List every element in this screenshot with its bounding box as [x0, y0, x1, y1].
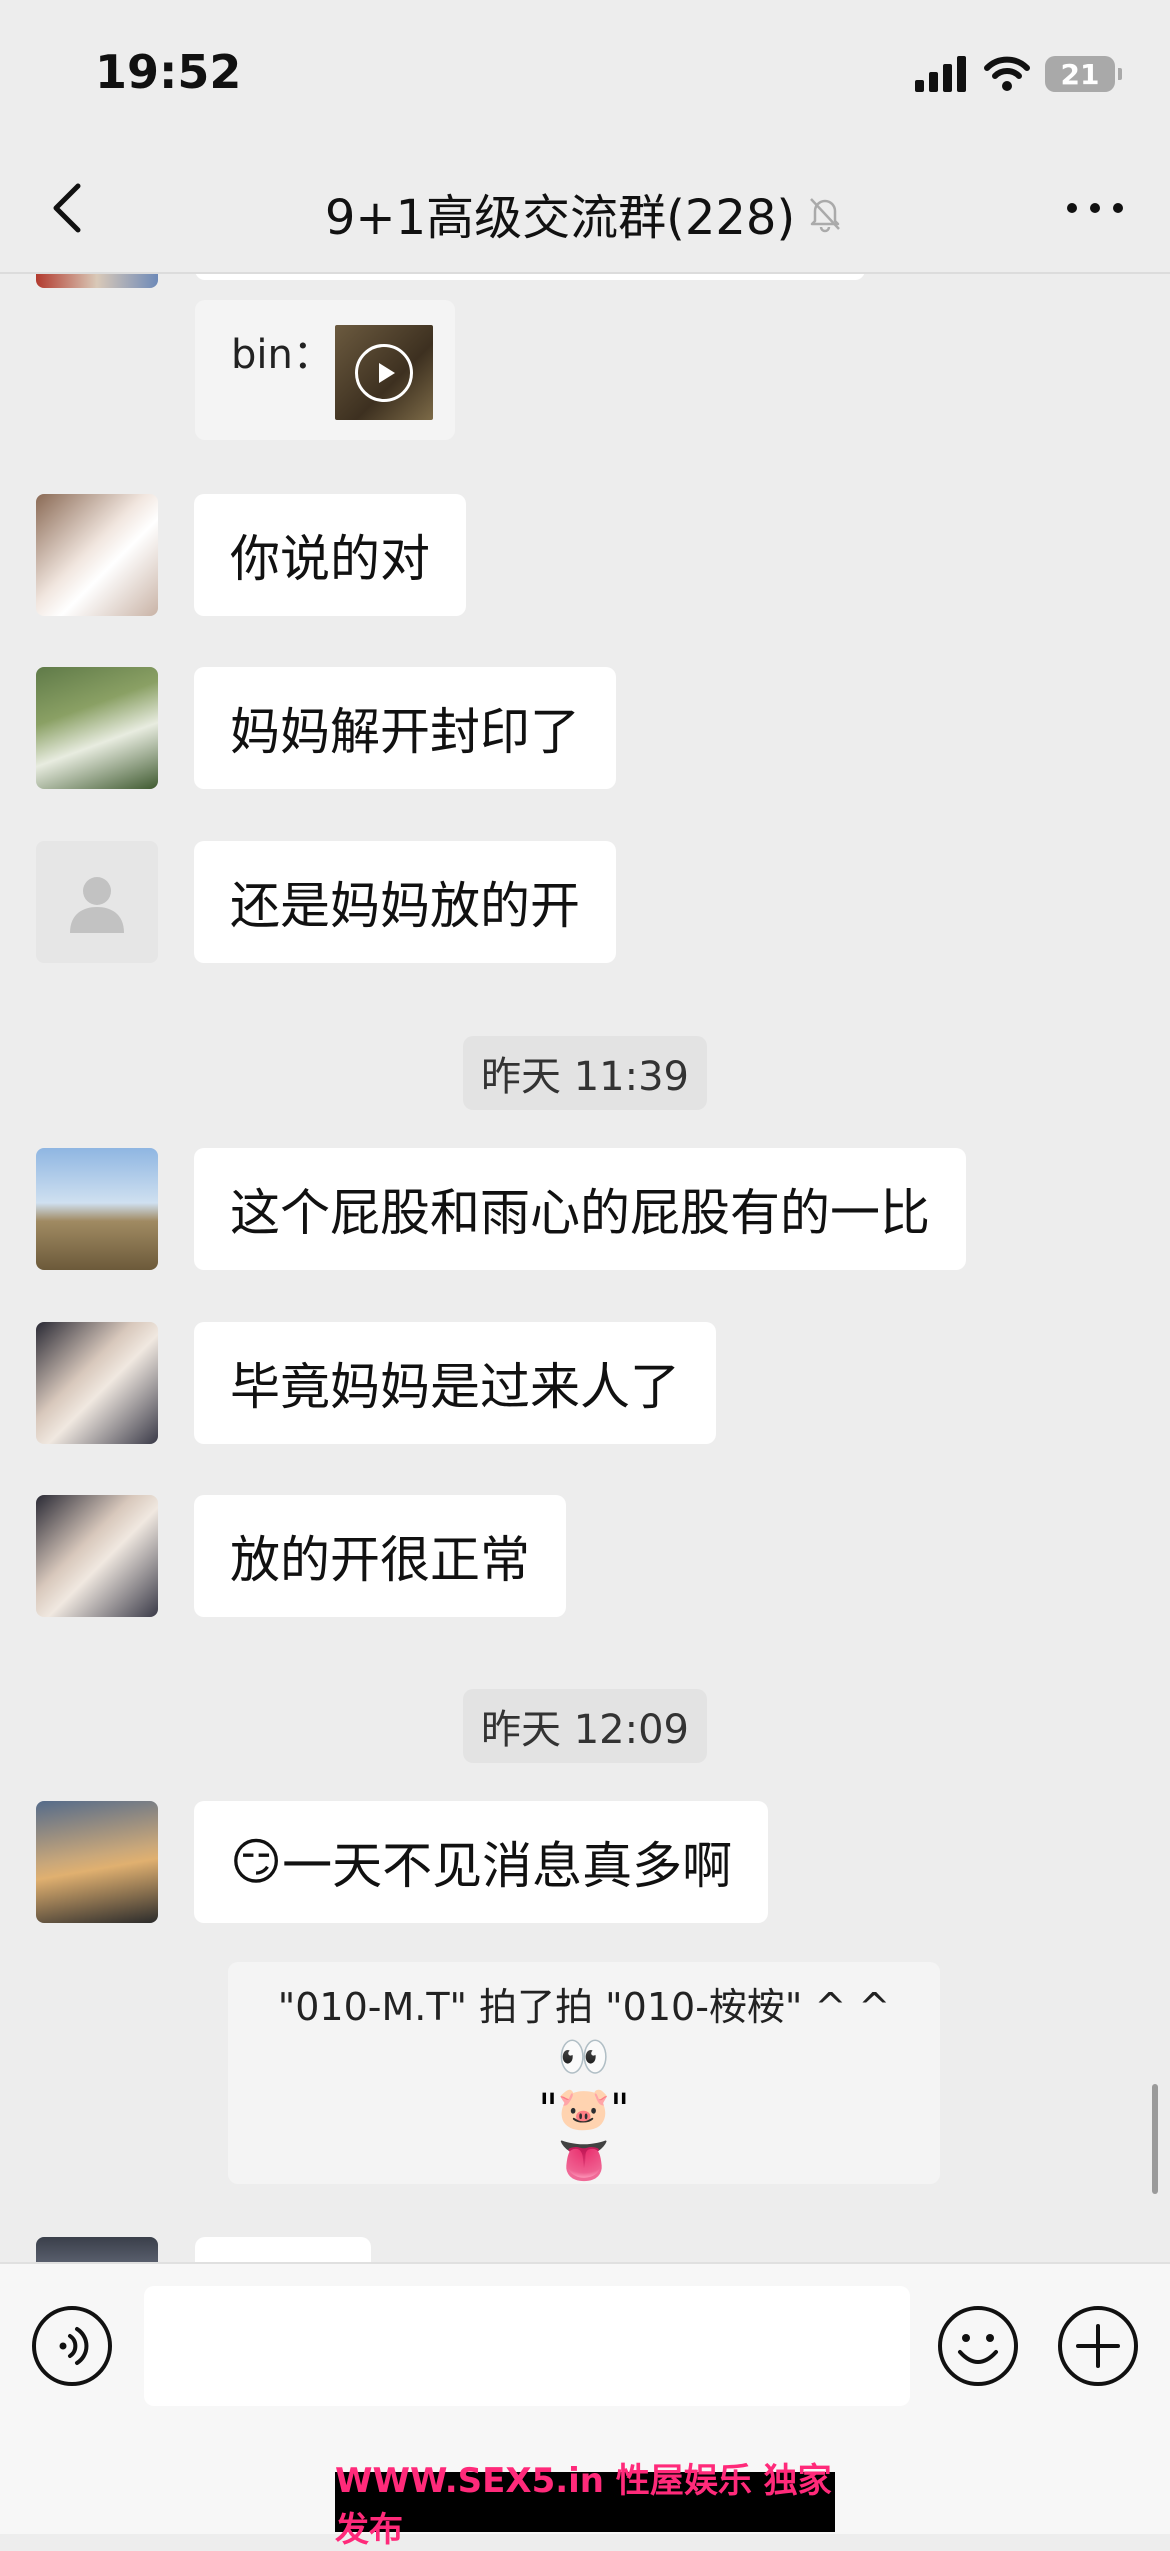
message-row: 你说的对: [36, 494, 466, 616]
avatar[interactable]: [36, 494, 158, 616]
battery-icon: 21: [1045, 56, 1122, 92]
avatar[interactable]: [36, 1322, 158, 1444]
message-row: 这个屁股和雨心的屁股有的一比: [36, 1148, 966, 1270]
timestamp: 昨天 12:09: [0, 1689, 1170, 1763]
timestamp-label: 昨天 11:39: [463, 1036, 707, 1110]
video-thumbnail[interactable]: [335, 325, 433, 420]
chat-title: 9+1高级交流群(228): [324, 190, 796, 246]
status-bar: 19:52 21: [0, 0, 1170, 150]
plus-icon[interactable]: [1056, 2304, 1140, 2388]
message-bubble[interactable]: 放的开很正常: [194, 1495, 566, 1617]
pat-notice: "010-M.T" 拍了拍 "010-桉桉" ^ ^ 👀 "🐷" 👅: [228, 1962, 940, 2185]
avatar[interactable]: [36, 2237, 158, 2262]
watermark: WWW.SEX5.in 性屋娱乐 独家发布: [335, 2461, 835, 2550]
message-bubble-partial[interactable]: [195, 2237, 371, 2262]
voice-input-icon[interactable]: [30, 2304, 114, 2388]
tongue-emoji-icon: 👅: [557, 2136, 611, 2185]
timestamp: 昨天 11:39: [0, 1036, 1170, 1110]
message-bubble[interactable]: 这个屁股和雨心的屁股有的一比: [194, 1148, 966, 1270]
chat-messages[interactable]: bin： 你说的对 妈妈解开封印了 还是妈妈放的开 昨天 11:39 这个屁股和…: [0, 272, 1170, 2262]
eyes-emoji-icon: 👀: [557, 2032, 611, 2081]
status-time: 19:52: [95, 45, 242, 99]
avatar[interactable]: [36, 1148, 158, 1270]
message-row: 毕竟妈妈是过来人了: [36, 1322, 716, 1444]
wifi-icon: [984, 56, 1030, 91]
mute-bell-icon: [810, 198, 841, 233]
scrollbar-thumb[interactable]: [1152, 2084, 1158, 2194]
battery-level: 21: [1060, 57, 1100, 91]
chat-title-container: 9+1高级交流群(228): [0, 178, 1170, 248]
message-row: 还是妈妈放的开: [36, 841, 616, 963]
play-icon: [355, 343, 413, 402]
timestamp-label: 昨天 12:09: [463, 1689, 707, 1763]
quoted-video-card[interactable]: bin：: [195, 300, 455, 440]
more-options-icon[interactable]: [1060, 178, 1130, 238]
message-row: 😏 一天不见消息真多啊: [36, 1801, 769, 1923]
message-bubble[interactable]: 妈妈解开封印了: [194, 667, 616, 789]
quote-sender-label: bin：: [231, 332, 333, 378]
avatar[interactable]: [36, 1801, 158, 1923]
avatar-default[interactable]: [36, 841, 158, 963]
nav-bar: 9+1高级交流群(228): [0, 150, 1170, 274]
message-input[interactable]: [144, 2286, 910, 2406]
avatar[interactable]: [36, 667, 158, 789]
emoji-icon[interactable]: [936, 2304, 1020, 2388]
message-row: 妈妈解开封印了: [36, 667, 616, 789]
message-bubble[interactable]: 你说的对: [194, 494, 466, 616]
pat-text: "010-M.T" 拍了拍 "010-桉桉" ^ ^: [277, 1985, 891, 2029]
message-bubble[interactable]: 毕竟妈妈是过来人了: [194, 1322, 716, 1444]
message-row: 放的开很正常: [36, 1495, 566, 1617]
default-user-icon: [70, 877, 124, 933]
message-text: 一天不见消息真多啊: [282, 1837, 733, 1895]
cellular-signal-icon: [915, 56, 966, 92]
pig-emoji-icon: "🐷": [538, 2084, 630, 2133]
smirk-emoji-icon: 😏: [230, 1833, 283, 1891]
avatar[interactable]: [36, 1495, 158, 1617]
message-bubble[interactable]: 😏 一天不见消息真多啊: [194, 1801, 769, 1923]
status-icons: 21: [915, 50, 1122, 98]
message-bubble[interactable]: 还是妈妈放的开: [194, 841, 616, 963]
avatar[interactable]: [36, 272, 158, 288]
